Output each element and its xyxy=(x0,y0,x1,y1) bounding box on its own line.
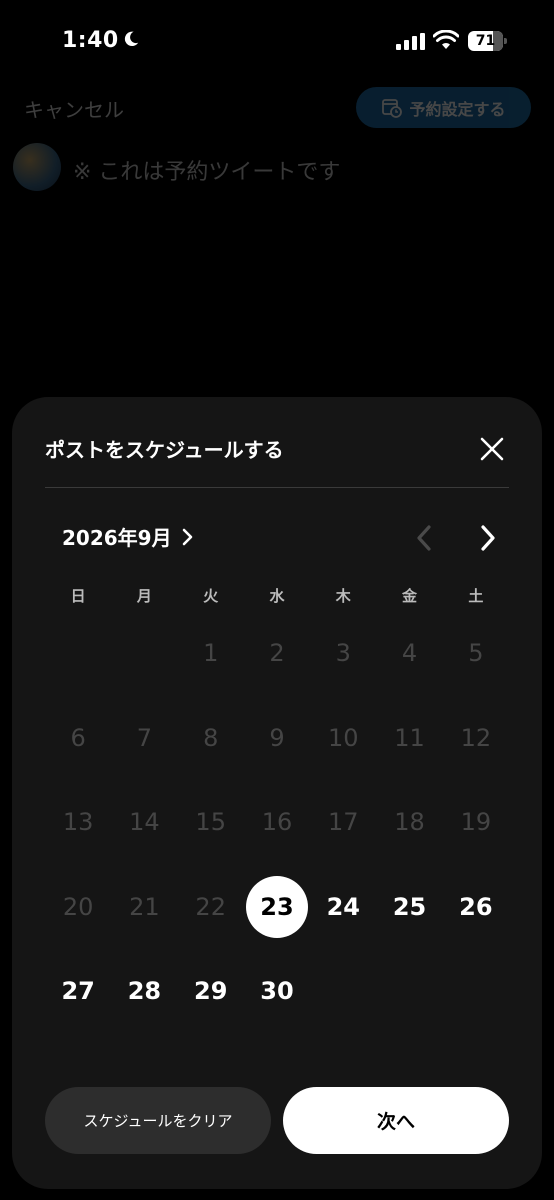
schedule-button[interactable]: 予約設定する xyxy=(356,87,531,128)
day-cell: 18 xyxy=(376,780,442,865)
day-cell[interactable]: 24 xyxy=(310,865,376,950)
day-number: 6 xyxy=(70,723,86,752)
weekday-label: 金 xyxy=(402,587,418,605)
prev-month-chevron-left-icon[interactable] xyxy=(412,523,436,553)
day-number: 8 xyxy=(203,723,219,752)
next-month-chevron-right-icon[interactable] xyxy=(476,523,500,553)
wifi-icon xyxy=(433,30,459,49)
day-number: 26 xyxy=(459,892,493,921)
weekday-label: 月 xyxy=(136,587,152,605)
day-number: 19 xyxy=(460,808,492,837)
signal-icon xyxy=(396,33,425,50)
day-number: 7 xyxy=(136,723,153,752)
day-number: 17 xyxy=(328,808,359,837)
schedule-sheet: ポストをスケジュールする 2026年9月 日月火水木金土 1 2 3 4 5 6 7 8 9 10… xyxy=(12,397,542,1189)
day-cell: 20 xyxy=(45,865,111,950)
schedule-button-label: 予約設定する xyxy=(409,99,506,119)
status-time: 1:40 xyxy=(62,28,119,53)
day-cell[interactable]: 30 xyxy=(244,949,310,1034)
calendar-clock-icon xyxy=(382,98,403,118)
day-number: 14 xyxy=(129,808,160,837)
day-cell: 14 xyxy=(111,780,177,865)
day-blank xyxy=(111,611,177,696)
day-cell: 16 xyxy=(244,780,310,865)
battery-level: 71 xyxy=(475,33,496,49)
sheet-title: ポストをスケジュールする xyxy=(45,438,284,462)
day-number: 15 xyxy=(195,808,226,837)
day-cell: 11 xyxy=(376,696,442,781)
day-number: 4 xyxy=(401,639,418,668)
cancel-link[interactable]: キャンセル xyxy=(24,94,124,123)
battery-cap xyxy=(504,38,507,44)
day-cell: 6 xyxy=(45,696,111,781)
day-cell: 22 xyxy=(178,865,244,950)
day-number: 20 xyxy=(62,892,94,921)
day-cell: 15 xyxy=(178,780,244,865)
day-number: 18 xyxy=(394,808,425,837)
day-number: 28 xyxy=(127,977,162,1006)
day-cell[interactable]: 28 xyxy=(111,949,177,1034)
tweet-text[interactable]: ※ これは予約ツイートです xyxy=(73,154,340,186)
day-number: 11 xyxy=(394,723,425,752)
day-number: 16 xyxy=(261,808,293,837)
next-button[interactable]: 次へ xyxy=(283,1087,509,1154)
day-number: 23 xyxy=(245,875,308,938)
day-cell[interactable]: 27 xyxy=(45,949,111,1034)
day-number: 3 xyxy=(335,639,351,668)
day-cell: 17 xyxy=(310,780,376,865)
day-cell: 2 xyxy=(244,611,310,696)
day-number: 22 xyxy=(195,892,226,921)
calendar-grid: 1 2 3 4 5 6 7 8 9 10 11 12 13 14 15 16 17 18 19 20 21 22 23 24 2… xyxy=(45,611,509,1034)
day-cell: 13 xyxy=(45,780,111,865)
day-cell: 4 xyxy=(376,611,442,696)
day-cell: 19 xyxy=(443,780,509,865)
month-picker[interactable]: 2026年9月 xyxy=(62,522,194,551)
day-cell: 12 xyxy=(443,696,509,781)
battery-body: 71 xyxy=(468,31,503,51)
day-number: 13 xyxy=(62,808,94,837)
composer-background: キャンセル 予約設定する ※ これは予約ツイートです xyxy=(0,80,554,400)
weekday-label: 土 xyxy=(468,587,484,605)
day-cell: 10 xyxy=(310,696,376,781)
close-icon[interactable] xyxy=(476,433,508,465)
weekday-label: 火 xyxy=(203,587,219,605)
day-number: 29 xyxy=(194,977,228,1006)
divider xyxy=(45,487,509,488)
weekday-label: 日 xyxy=(70,587,86,605)
day-number: 1 xyxy=(203,639,219,668)
day-cell: 9 xyxy=(244,696,310,781)
day-number: 25 xyxy=(392,892,427,921)
weekday-label: 木 xyxy=(335,587,351,605)
day-number: 30 xyxy=(260,977,294,1006)
day-cell: 3 xyxy=(310,611,376,696)
day-cell-selected[interactable]: 23 xyxy=(244,865,310,950)
day-number: 21 xyxy=(129,892,160,921)
day-cell: 21 xyxy=(111,865,177,950)
day-cell: 5 xyxy=(443,611,509,696)
day-number: 24 xyxy=(326,892,360,921)
day-blank xyxy=(45,611,111,696)
day-number: 9 xyxy=(269,723,285,752)
day-number: 27 xyxy=(61,977,95,1006)
status-bar: 1:40 71 xyxy=(0,0,554,80)
moon-icon xyxy=(124,31,139,47)
day-number: 10 xyxy=(328,723,359,752)
day-number: 5 xyxy=(468,639,484,668)
day-cell: 8 xyxy=(178,696,244,781)
day-cell: 7 xyxy=(111,696,177,781)
clear-schedule-button[interactable]: スケジュールをクリア xyxy=(45,1087,271,1154)
month-label: 2026年9月 xyxy=(62,526,172,550)
day-cell[interactable]: 26 xyxy=(443,865,509,950)
day-cell[interactable]: 29 xyxy=(178,949,244,1034)
day-cell[interactable]: 25 xyxy=(376,865,442,950)
day-number: 2 xyxy=(269,639,285,668)
battery-icon: 71 xyxy=(468,31,507,51)
weekday-header: 日月火水木金土 xyxy=(45,585,509,609)
chevron-right-icon xyxy=(182,528,192,545)
day-number: 12 xyxy=(460,723,492,752)
avatar xyxy=(13,143,61,191)
day-cell: 1 xyxy=(178,611,244,696)
weekday-label: 水 xyxy=(269,587,285,605)
